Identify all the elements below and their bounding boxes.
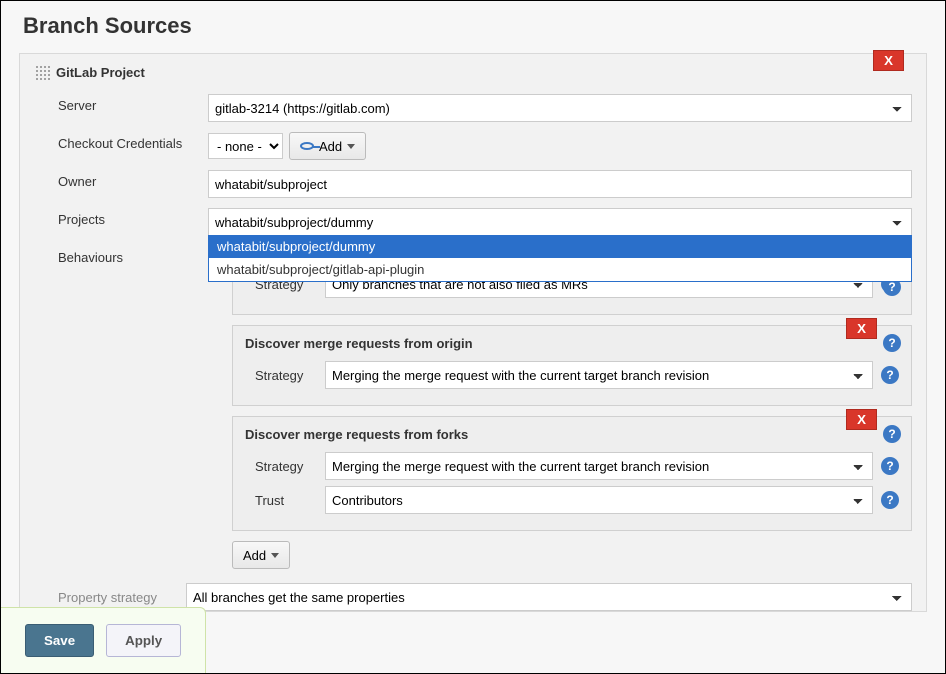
strategy-label: Strategy — [245, 368, 317, 383]
add-behaviour-button[interactable]: Add — [232, 541, 290, 569]
mr-origin-strategy-select[interactable]: Merging the merge request with the curre… — [325, 361, 873, 389]
projects-select[interactable]: whatabit/subproject/dummy — [208, 208, 912, 236]
behaviour-mr-forks: X ? Discover merge requests from forks S… — [232, 416, 912, 531]
server-select[interactable]: gitlab-3214 (https://gitlab.com) — [208, 94, 912, 122]
mr-forks-strategy-select[interactable]: Merging the merge request with the curre… — [325, 452, 873, 480]
mr-forks-trust-select[interactable]: Contributors — [325, 486, 873, 514]
behaviour-mr-origin: X ? Discover merge requests from origin … — [232, 325, 912, 406]
property-strategy-label: Property strategy — [34, 590, 184, 605]
delete-behaviour-button[interactable]: X — [846, 318, 877, 339]
projects-option[interactable]: whatabit/subproject/dummy — [209, 235, 911, 258]
help-icon[interactable]: ? — [881, 366, 899, 384]
help-icon[interactable]: ? — [881, 457, 899, 475]
page-title: Branch Sources — [19, 13, 927, 39]
chevron-down-icon — [271, 553, 279, 558]
projects-option[interactable]: whatabit/subproject/gitlab-api-plugin — [209, 258, 911, 281]
checkout-credentials-label: Checkout Credentials — [58, 132, 208, 151]
help-icon[interactable]: ? — [883, 334, 901, 352]
chevron-down-icon — [347, 144, 355, 149]
section-title: GitLab Project — [56, 65, 145, 80]
drag-handle-icon[interactable] — [34, 64, 50, 80]
owner-label: Owner — [58, 170, 208, 189]
add-credentials-label: Add — [319, 139, 342, 154]
property-strategy-select[interactable]: All branches get the same properties — [186, 583, 912, 611]
help-icon[interactable]: ? — [881, 491, 899, 509]
apply-button[interactable]: Apply — [106, 624, 181, 657]
credentials-select[interactable]: - none - — [208, 133, 283, 159]
add-behaviour-label: Add — [243, 548, 266, 563]
delete-behaviour-button[interactable]: X — [846, 409, 877, 430]
add-credentials-button[interactable]: Add — [289, 132, 366, 160]
key-icon — [300, 142, 314, 150]
behaviours-label: Behaviours — [58, 246, 208, 265]
delete-source-button[interactable]: X — [873, 50, 904, 71]
server-label: Server — [58, 94, 208, 113]
help-icon[interactable]: ? — [883, 425, 901, 443]
trust-label: Trust — [245, 493, 317, 508]
gitlab-project-section: X GitLab Project Server gitlab-3214 (htt… — [19, 53, 927, 612]
projects-label: Projects — [58, 208, 208, 227]
footer-actions: Save Apply — [1, 607, 206, 673]
save-button[interactable]: Save — [25, 624, 94, 657]
strategy-label: Strategy — [245, 459, 317, 474]
owner-input[interactable] — [208, 170, 912, 198]
behaviour-title: Discover merge requests from forks — [245, 427, 899, 442]
projects-dropdown: whatabit/subproject/dummy whatabit/subpr… — [208, 235, 912, 282]
behaviour-title: Discover merge requests from origin — [245, 336, 899, 351]
